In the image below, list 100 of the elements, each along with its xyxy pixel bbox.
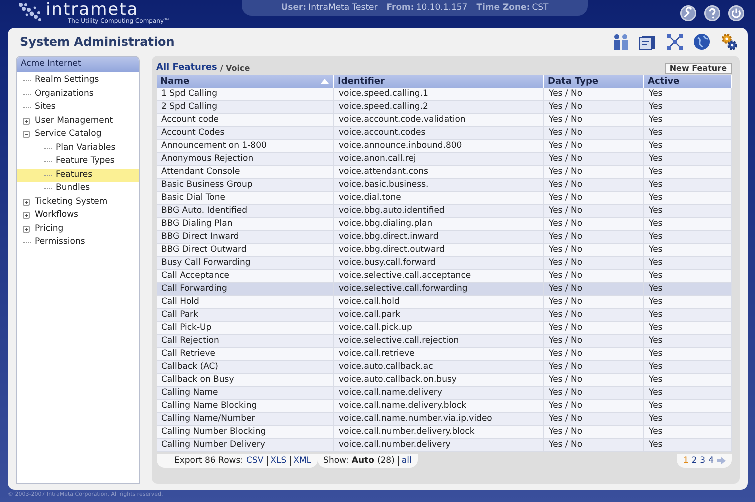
table-cell: Yes / No [544, 100, 644, 114]
table-cell: voice.call.pick.up [334, 322, 544, 334]
table-cell: Call Retrieve [156, 348, 334, 360]
power-icon[interactable] [728, 5, 745, 22]
table-cell: Yes [644, 400, 732, 412]
table-cell: Account Codes [156, 126, 334, 140]
table-cell: Yes [644, 166, 732, 178]
table-cell: voice.bbg.direct.inward [334, 230, 544, 244]
table-cell: Yes [644, 412, 732, 426]
expand-icon[interactable] [23, 226, 30, 233]
tree-item[interactable]: Pricing [31, 222, 68, 236]
network-icon[interactable] [666, 33, 684, 51]
page-link[interactable]: 2 [692, 456, 698, 466]
tree-item[interactable]: Realm Settings [31, 74, 104, 88]
table-cell: voice.busy.call.forward [334, 256, 544, 270]
table-cell: Yes / No [544, 114, 644, 126]
table-cell: Yes / No [544, 230, 644, 244]
table-cell: Yes [644, 244, 732, 256]
table-cell: Callback on Busy [156, 374, 334, 386]
table-cell: Basic Business Group [156, 178, 334, 192]
sidebar-title: Acme Internet [17, 57, 138, 72]
session-label: User: [281, 3, 307, 13]
session-label: From: [386, 3, 414, 13]
table-cell: Yes / No [544, 88, 644, 100]
brand-name: intrameta [46, 2, 139, 18]
gears-icon[interactable] [720, 33, 738, 51]
page-link[interactable]: 3 [700, 456, 706, 466]
expand-icon[interactable] [23, 118, 30, 125]
table-cell: Yes [644, 374, 732, 386]
table-cell: Call Pick-Up [156, 322, 334, 334]
table-cell: voice.dial.tone [334, 192, 544, 204]
table-cell: voice.selective.call.forwarding [334, 282, 544, 296]
new-feature-button[interactable]: New Feature [664, 62, 732, 74]
export-link[interactable]: XLS [266, 456, 287, 466]
tree-item[interactable]: Permissions [31, 236, 90, 250]
column-header[interactable]: Name [156, 75, 334, 88]
table-cell: Yes / No [544, 152, 644, 166]
table-cell: Yes / No [544, 322, 644, 334]
export-label: Export 86 Rows: [174, 456, 244, 466]
expand-icon[interactable] [23, 212, 30, 220]
column-header[interactable]: Data Type [544, 75, 644, 88]
table-cell: Yes [644, 438, 732, 452]
table-cell: Yes [644, 426, 732, 438]
table-cell: Yes / No [544, 374, 644, 386]
table-cell: Account code [156, 114, 334, 126]
table-cell: Yes / No [544, 412, 644, 426]
show-count: (28) [377, 456, 395, 466]
column-header[interactable]: Active [644, 75, 732, 88]
column-header[interactable]: Identifier [334, 75, 544, 88]
tree-item[interactable]: Feature Types [52, 155, 119, 168]
table-cell: voice.auto.callback.ac [334, 360, 544, 374]
table-cell: Announcement on 1-800 [156, 140, 334, 152]
table-cell: Yes / No [544, 348, 644, 360]
table-cell: Yes [644, 204, 732, 218]
tree-item[interactable]: Service Catalog [31, 128, 106, 142]
tree-item[interactable]: Sites [31, 101, 60, 114]
page-title: System Administration [20, 35, 175, 49]
breadcrumb-link[interactable]: All Features [156, 63, 218, 73]
table-cell: Yes [644, 270, 732, 282]
table-cell: voice.announce.inbound.800 [334, 140, 544, 152]
table-cell: Yes [644, 140, 732, 152]
tree-item[interactable]: Organizations [31, 88, 98, 101]
wrench-icon[interactable] [680, 5, 697, 22]
export-link[interactable]: XML [290, 456, 312, 466]
table-cell: voice.account.codes [334, 126, 544, 140]
table-cell: voice.selective.call.rejection [334, 334, 544, 348]
table-cell: Yes [644, 230, 732, 244]
table-cell: voice.call.hold [334, 296, 544, 308]
help-icon[interactable] [704, 5, 721, 22]
document-icon[interactable] [639, 33, 657, 51]
table-cell: Yes / No [544, 244, 644, 256]
tree-item[interactable]: Plan Variables [52, 142, 120, 155]
table-cell: BBG Dialing Plan [156, 218, 334, 230]
show-label: Show: [324, 456, 349, 466]
expand-icon[interactable] [23, 198, 30, 206]
table-cell: Yes [644, 88, 732, 100]
table-cell: Yes / No [544, 334, 644, 348]
table-cell: voice.auto.callback.on.busy [334, 374, 544, 386]
table-cell: Call Rejection [156, 334, 334, 348]
table-cell: Yes / No [544, 308, 644, 322]
collapse-icon[interactable] [23, 131, 30, 138]
tree-item[interactable]: Workflows [31, 209, 82, 222]
table-cell: voice.bbg.dialing.plan [334, 218, 544, 230]
tree-item[interactable]: Bundles [52, 182, 94, 196]
table-cell: Yes / No [544, 296, 644, 308]
table-cell: voice.call.number.delivery.block [334, 426, 544, 438]
tree-item[interactable]: Ticketing System [31, 196, 112, 209]
show-all-link[interactable]: all [398, 456, 412, 466]
table-cell: Yes / No [544, 178, 644, 192]
session-value: CST [532, 3, 549, 13]
table-cell: Yes [644, 322, 732, 334]
export-link[interactable]: CSV [246, 456, 264, 466]
table-cell: Call Hold [156, 296, 334, 308]
table-cell: voice.call.name.number.via.ip.video [334, 412, 544, 426]
tree-item[interactable]: User Management [31, 114, 118, 128]
table-cell: Yes [644, 192, 732, 204]
page-link[interactable]: 4 [708, 456, 714, 466]
table-cell: Yes / No [544, 218, 644, 230]
people-icon[interactable] [612, 33, 630, 51]
session-label: Time Zone: [476, 3, 530, 13]
